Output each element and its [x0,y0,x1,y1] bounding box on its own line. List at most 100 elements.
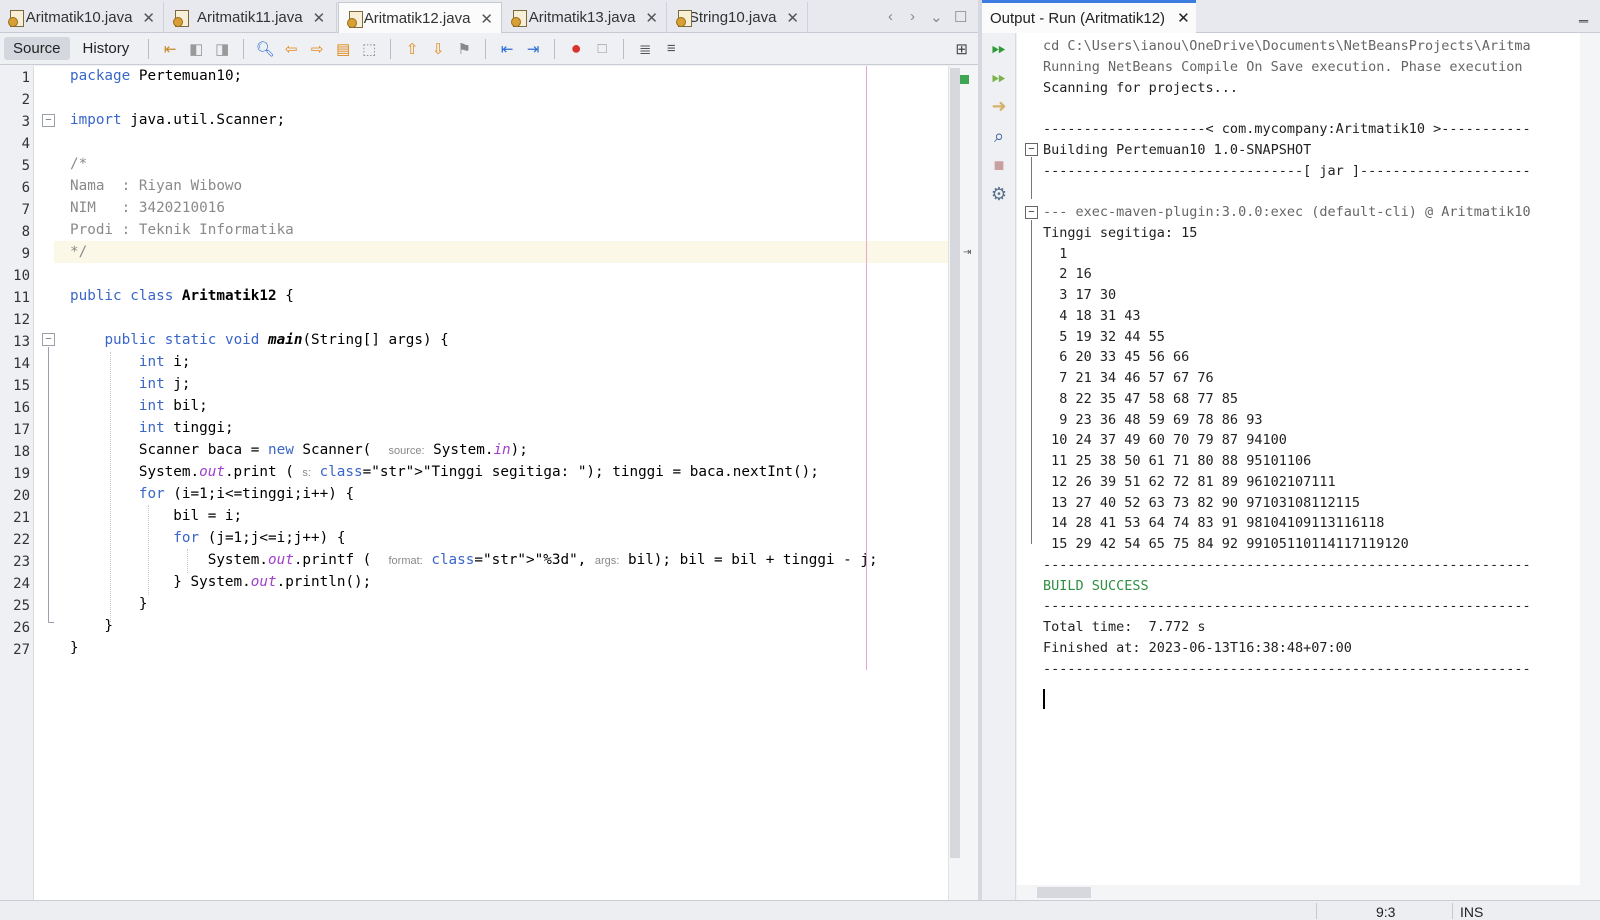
close-icon[interactable]: ✕ [786,9,799,27]
uncomment-icon[interactable]: ≡ [660,38,682,60]
code-line: */ [70,244,88,260]
next-icon[interactable]: ➜ [988,95,1010,117]
tab-aritmatik10[interactable]: Aritmatik10.java ✕ [0,2,164,33]
output-line: 6 20 33 45 56 66 [1043,349,1190,366]
editor-toolbar: Source History ⇤ ◧ ◨ 🔍︎ ⇦ ⇨ ▤ ⬚ ⇧ ⇩ ⚑ ⇤ … [0,33,978,65]
output-fold-icon[interactable]: − [1025,206,1038,219]
stop-icon[interactable]: ■ [988,154,1010,176]
prev-bookmark-icon[interactable]: ⇧ [401,38,423,60]
output-fold-icon[interactable]: − [1025,143,1038,156]
rerun-with-options-icon[interactable]: ⏩︎ [988,66,1010,88]
scroll-right-icon[interactable]: › [910,8,915,25]
shift-left-icon[interactable]: ⇤ [496,38,518,60]
record-macro-icon[interactable]: ● [565,38,587,60]
line-number: 8 [21,224,30,240]
stop-macro-icon[interactable]: □ [591,38,613,60]
output-line: --------------------< com.mycompany:Arit… [1043,121,1531,137]
code-line: Prodi : Teknik Informatika [70,222,294,238]
tab-aritmatik11[interactable]: Aritmatik11.java ✕ [165,2,337,33]
editor-scroll-thumb[interactable] [950,68,960,858]
line-number: 13 [13,334,30,350]
toolbar-separator [243,38,245,59]
split-view-icon[interactable]: ⊞ [955,40,968,58]
close-icon[interactable]: ✕ [1177,9,1190,27]
java-file-icon [676,9,692,27]
back-icon[interactable]: ◧ [185,38,207,60]
fold-toggle-icon[interactable]: − [42,114,55,127]
fold-guide [48,347,49,623]
output-line: 14 28 41 53 64 74 83 91 9810410911311611… [1043,515,1385,532]
tab-aritmatik13[interactable]: Aritmatik13.java ✕ [503,2,667,33]
tab-aritmatik12[interactable]: Aritmatik12.java ✕ [338,2,502,34]
toggle-highlight-icon[interactable]: ▤ [332,38,354,60]
close-icon[interactable]: ✕ [645,9,658,27]
history-tab[interactable]: History [74,37,139,60]
find-next-icon[interactable]: ⇨ [306,38,328,60]
output-line: Scanning for projects... [1043,79,1239,96]
tab-string10[interactable]: String10.java ✕ [668,2,808,33]
close-icon[interactable]: ✕ [480,10,493,28]
code-line: public static void main(String[] args) { [104,332,449,348]
close-icon[interactable]: ✕ [142,9,155,27]
status-separator [1452,903,1453,919]
close-icon[interactable]: ✕ [313,9,326,27]
toolbar-separator [390,38,392,59]
output-line: 5 19 32 44 55 [1043,328,1165,345]
tab-list-icon[interactable]: ⌄ [930,8,943,26]
settings-icon[interactable]: ⚙ [988,183,1010,205]
find-previous-icon[interactable]: ⇦ [280,38,302,60]
toggle-bookmark-icon[interactable]: ⚑ [453,38,475,60]
scroll-left-icon[interactable]: ‹ [888,8,893,25]
tab-output-run[interactable]: Output - Run (Aritmatik12) ✕ [982,0,1196,33]
line-number: 16 [13,400,30,416]
line-number: 25 [13,598,30,614]
output-line: Tinggi segitiga: 15 [1043,224,1198,241]
maximize-icon[interactable]: ☐ [954,8,967,26]
output-scroll-thumb[interactable] [1037,887,1091,898]
line-number: 9 [21,246,30,262]
line-number: 15 [13,378,30,394]
output-line: BUILD SUCCESS [1043,577,1149,594]
code-line: } System.out.println(); [70,574,372,590]
shift-right-icon[interactable]: ⇥ [522,38,544,60]
java-file-icon [8,9,24,27]
output-horizontal-scrollbar[interactable] [1017,885,1580,900]
rect-select-icon[interactable]: ⬚ [358,38,380,60]
search-output-icon[interactable]: ⌕ [988,125,1010,147]
line-number: 2 [21,92,30,108]
output-vertical-scrollbar[interactable] [1580,33,1600,900]
code-line: int bil; [138,398,208,414]
output-line: 2 16 [1043,266,1092,283]
fold-toggle-icon[interactable]: − [42,333,55,346]
code-line: for (j=1;j<=i;j++) { [173,530,346,546]
line-number: 21 [13,510,30,526]
code-line: int tinggi; [138,420,234,436]
comment-icon[interactable]: ≣ [634,38,656,60]
next-bookmark-icon[interactable]: ⇩ [427,38,449,60]
line-number: 6 [21,180,30,196]
output-line: 7 21 34 46 57 67 76 [1043,370,1214,386]
minimize-icon[interactable]: ‗ [1579,6,1588,24]
forward-icon[interactable]: ◨ [211,38,233,60]
code-line: package Pertemuan10; [70,68,243,84]
output-line: --------------------------------[ jar ]-… [1043,162,1531,179]
code-line: NIM : 3420210016 [70,200,225,216]
output-fold-guide [1031,157,1032,199]
output-line: --- exec-maven-plugin:3.0.0:exec (defaul… [1043,204,1531,220]
find-icon[interactable]: 🔍︎ [254,38,276,60]
rerun-icon[interactable]: ⏩︎ [988,37,1010,59]
fold-guide-end [48,622,54,623]
line-number: 24 [13,576,30,592]
line-number: 4 [21,136,30,152]
code-line: int j; [138,376,191,392]
source-tab[interactable]: Source [4,37,70,60]
line-number: 5 [21,158,30,174]
output-line: Running NetBeans Compile On Save executi… [1043,58,1523,75]
output-console[interactable]: cd C:\Users\ianou\OneDrive\Documents\Net… [1017,33,1580,885]
code-line: /* [70,156,88,172]
last-edit-icon[interactable]: ⇤ [159,38,181,60]
toolbar-separator [485,38,487,59]
tab-label: Aritmatik12.java [363,10,471,27]
tab-label: String10.java [688,9,777,26]
code-line: bil = i; [70,508,243,524]
